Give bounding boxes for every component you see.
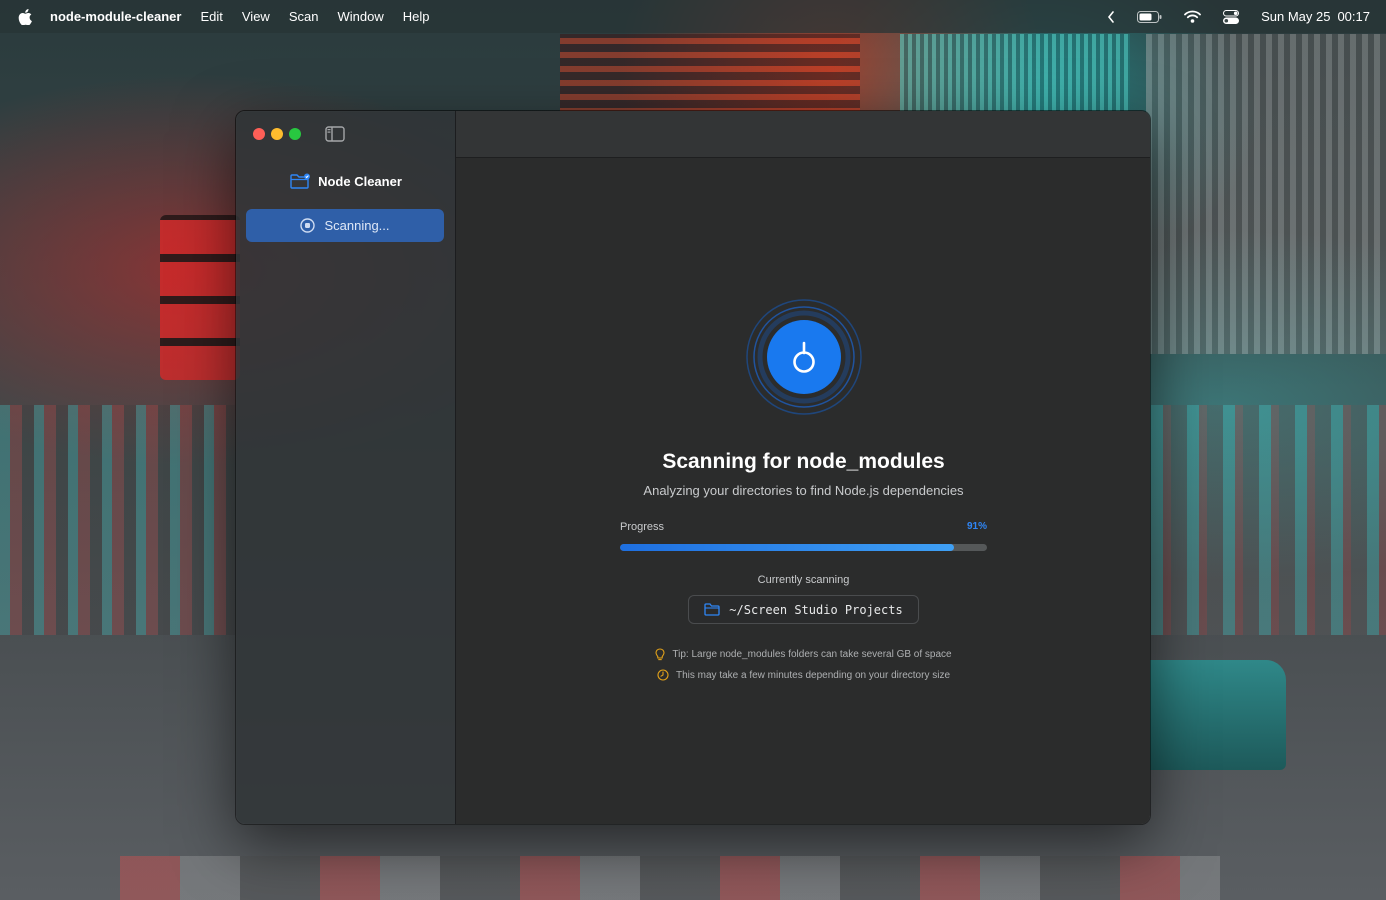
progress-bar xyxy=(620,544,987,551)
battery-icon[interactable] xyxy=(1137,10,1162,23)
current-path-box: ~/Screen Studio Projects xyxy=(688,595,919,624)
menu-time: 00:17 xyxy=(1337,9,1370,24)
tip-text: Tip: Large node_modules folders can take… xyxy=(672,649,952,660)
status-area: Sun May 25 00:17 xyxy=(1107,0,1370,33)
currently-scanning-label: Currently scanning xyxy=(757,574,850,586)
scan-title: Scanning for node_modules xyxy=(662,450,945,473)
wallpaper-red-sign xyxy=(560,34,860,114)
duration-note-row: This may take a few minutes depending on… xyxy=(456,669,1150,681)
chevron-left-icon[interactable] xyxy=(1107,10,1115,23)
menu-date: Sun May 25 xyxy=(1261,9,1331,24)
wallpaper-left-glitch xyxy=(0,405,235,635)
scanning-button[interactable]: Scanning... xyxy=(246,209,444,242)
tip-row: Tip: Large node_modules folders can take… xyxy=(456,648,1150,661)
window-controls xyxy=(253,128,301,140)
main-content: Scanning for node_modules Analyzing your… xyxy=(456,111,1150,824)
menu-scan[interactable]: Scan xyxy=(289,9,319,24)
close-window-button[interactable] xyxy=(253,128,265,140)
scan-subtitle: Analyzing your directories to find Node.… xyxy=(643,483,964,498)
sidebar-toggle-icon[interactable] xyxy=(325,126,345,142)
folder-badge-icon xyxy=(290,173,311,189)
menu-view[interactable]: View xyxy=(242,9,270,24)
progress-percent: 91% xyxy=(966,521,987,532)
folder-icon xyxy=(704,603,720,616)
scan-progress-icon xyxy=(746,299,862,415)
wallpaper-bottom-glitch xyxy=(120,856,1220,900)
wallpaper-traffic-signals xyxy=(160,215,240,380)
progress-label: Progress xyxy=(620,521,665,533)
control-center-icon[interactable] xyxy=(1223,9,1240,24)
menu-bar: node-module-cleaner Edit View Scan Windo… xyxy=(0,0,1386,33)
menu-window[interactable]: Window xyxy=(337,9,383,24)
zoom-window-button[interactable] xyxy=(289,128,301,140)
duration-note-text: This may take a few minutes depending on… xyxy=(675,669,951,681)
wallpaper-right-glitch xyxy=(1151,405,1386,635)
wallpaper-cyan-sign xyxy=(900,34,1130,114)
wallpaper-stripes xyxy=(1146,34,1386,354)
current-path: ~/Screen Studio Projects xyxy=(729,602,903,617)
minimize-window-button[interactable] xyxy=(271,128,283,140)
lightbulb-icon xyxy=(655,648,665,661)
scanning-button-label: Scanning... xyxy=(324,218,390,233)
toolbar xyxy=(456,111,1150,158)
clock-icon xyxy=(657,669,669,681)
stop-circle-icon xyxy=(300,218,316,233)
app-window: Node Cleaner Scanning... Scanning for no… xyxy=(235,110,1151,825)
menu-help[interactable]: Help xyxy=(403,9,430,24)
brand-label: Node Cleaner xyxy=(318,173,402,189)
progress-bar-fill xyxy=(620,544,954,551)
menu-clock[interactable]: Sun May 25 00:17 xyxy=(1261,9,1370,24)
app-brand: Node Cleaner xyxy=(236,173,456,189)
sidebar: Node Cleaner Scanning... xyxy=(236,111,456,824)
menu-edit[interactable]: Edit xyxy=(200,9,222,24)
wifi-icon[interactable] xyxy=(1184,10,1201,23)
apple-logo-icon[interactable] xyxy=(18,8,32,25)
menu-app-name[interactable]: node-module-cleaner xyxy=(50,9,181,24)
